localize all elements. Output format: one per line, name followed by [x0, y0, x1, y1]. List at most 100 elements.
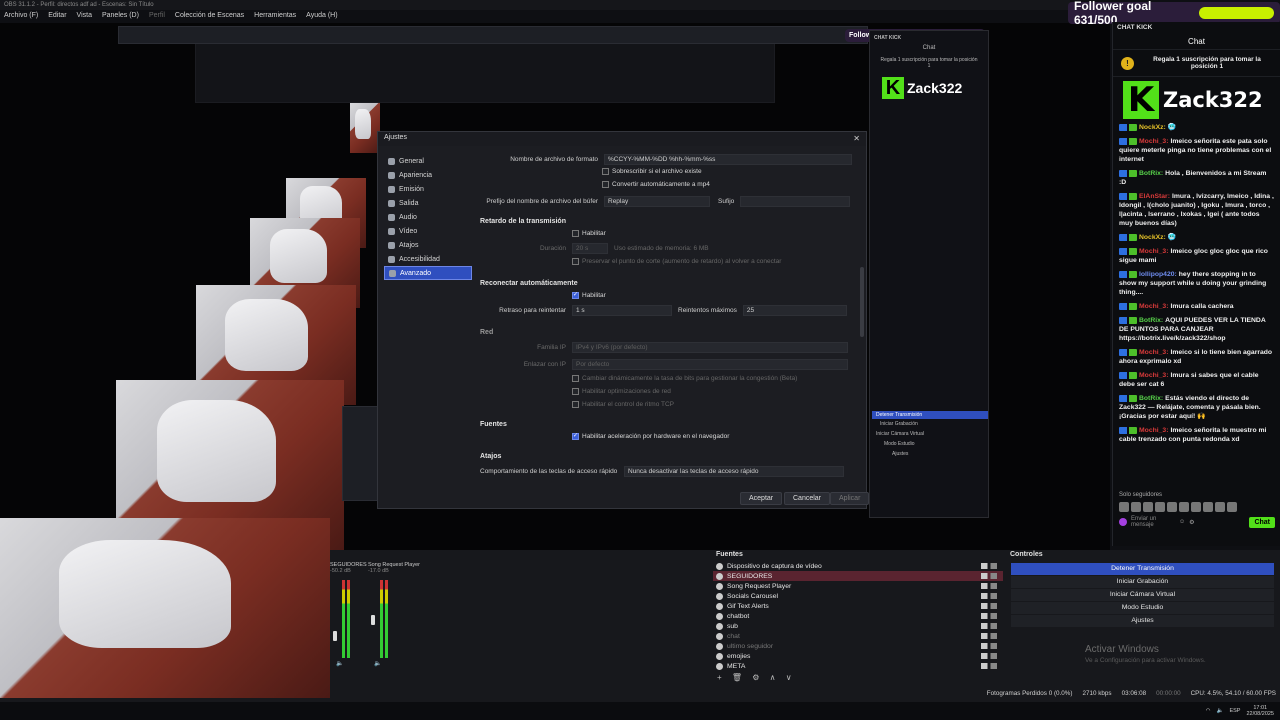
- settings-nav-salida[interactable]: Salida: [384, 196, 472, 210]
- menu-item[interactable]: Paneles (D): [102, 12, 139, 21]
- source-item[interactable]: ultimo seguidor: [713, 641, 1003, 651]
- dynamic-bitrate-checkbox[interactable]: [572, 375, 579, 382]
- visibility-lock-icon[interactable]: [981, 613, 997, 619]
- overwrite-checkbox-row[interactable]: Sobrescribir si el archivo existe: [602, 168, 702, 175]
- visibility-lock-icon[interactable]: [981, 583, 997, 589]
- emote-icon[interactable]: [1215, 502, 1225, 512]
- sources-toolbar[interactable]: + 🗑 ⚙ ∧ ∨: [713, 673, 1003, 682]
- cancel-button[interactable]: Cancelar: [784, 492, 831, 505]
- emote-icon[interactable]: [1131, 502, 1141, 512]
- chat-input[interactable]: Enviar un mensaje: [1131, 516, 1175, 528]
- delay-enable-checkbox[interactable]: [572, 230, 579, 237]
- visibility-lock-icon[interactable]: [981, 633, 997, 639]
- tcp-pacing-checkbox[interactable]: [572, 401, 579, 408]
- format-name-field[interactable]: %CCYY-%MM-%DD %hh-%mm-%ss: [604, 154, 852, 165]
- chat-username[interactable]: BotRix:: [1139, 170, 1163, 177]
- volume-slider[interactable]: [333, 630, 337, 641]
- chat-username[interactable]: Mochi_3:: [1139, 138, 1168, 145]
- menu-item[interactable]: Colección de Escenas: [175, 12, 244, 21]
- menu-item[interactable]: Archivo (F): [4, 12, 38, 21]
- emote-icon[interactable]: [1155, 502, 1165, 512]
- reconnect-enable-row[interactable]: ✓ Habilitar: [572, 292, 606, 299]
- chat-send-button[interactable]: Chat: [1249, 516, 1275, 528]
- duration-field[interactable]: 20 s: [572, 243, 608, 254]
- visibility-lock-icon[interactable]: [981, 643, 997, 649]
- source-item[interactable]: chat: [713, 631, 1003, 641]
- settings-nav-audio[interactable]: Audio: [384, 210, 472, 224]
- chat-username[interactable]: NockXz:: [1139, 234, 1166, 241]
- hw-accel-checkbox[interactable]: ✓: [572, 433, 579, 440]
- control-button[interactable]: Iniciar Grabación: [1011, 576, 1274, 588]
- emoji-icon[interactable]: ☺: [1179, 519, 1185, 525]
- emote-icon[interactable]: [1191, 502, 1201, 512]
- source-item[interactable]: SEGUIDORES: [713, 571, 1003, 581]
- settings-nav-general[interactable]: General: [384, 154, 472, 168]
- chat-username[interactable]: lollipop420:: [1139, 271, 1177, 278]
- chat-username[interactable]: Mochi_3:: [1139, 303, 1168, 310]
- emote-icon[interactable]: [1119, 502, 1129, 512]
- emote-icon[interactable]: [1143, 502, 1153, 512]
- menu-item[interactable]: Editar: [48, 12, 66, 21]
- ip-family-select[interactable]: IPv4 y IPv6 (por defecto): [572, 342, 848, 353]
- close-icon[interactable]: ✕: [853, 134, 860, 144]
- settings-nav-apariencia[interactable]: Apariencia: [384, 168, 472, 182]
- taskbar-clock[interactable]: 17:01 22/08/2025: [1246, 705, 1274, 717]
- emote-icon[interactable]: [1227, 502, 1237, 512]
- emote-icon[interactable]: [1203, 502, 1213, 512]
- menu-item[interactable]: Perfil: [149, 12, 165, 21]
- control-button[interactable]: Iniciar Cámara Virtual: [1011, 589, 1274, 601]
- visibility-lock-icon[interactable]: [981, 623, 997, 629]
- visibility-lock-icon[interactable]: [981, 603, 997, 609]
- tcp-pacing-row[interactable]: Habilitar el control de ritmo TCP: [572, 401, 674, 408]
- source-item[interactable]: Song Request Player: [713, 581, 1003, 591]
- source-item[interactable]: Dispositivo de captura de vídeo: [713, 561, 1003, 571]
- settings-nav-atajos[interactable]: Atajos: [384, 238, 472, 252]
- buffer-prefix-field[interactable]: Replay: [604, 196, 710, 207]
- settings-scrollbar[interactable]: [860, 267, 864, 337]
- control-button[interactable]: Detener Transmisión: [1011, 563, 1274, 575]
- emote-icon[interactable]: [1179, 502, 1189, 512]
- network-opt-row[interactable]: Habilitar optimizaciones de red: [572, 388, 671, 395]
- delay-enable-row[interactable]: Habilitar: [572, 230, 606, 237]
- source-item[interactable]: Gif Text Alerts: [713, 601, 1003, 611]
- chat-username[interactable]: BotRix:: [1139, 395, 1163, 402]
- visibility-lock-icon[interactable]: [981, 663, 997, 669]
- menu-item[interactable]: Ayuda (H): [306, 12, 337, 21]
- emote-icon[interactable]: [1167, 502, 1177, 512]
- visibility-lock-icon[interactable]: [981, 653, 997, 659]
- language-indicator[interactable]: ESP: [1229, 708, 1240, 714]
- source-item[interactable]: Socials Carousel: [713, 591, 1003, 601]
- control-button[interactable]: Ajustes: [1011, 615, 1274, 627]
- apply-button[interactable]: Aplicar: [830, 492, 870, 505]
- max-retries-field[interactable]: 25: [742, 305, 847, 316]
- overwrite-checkbox[interactable]: [602, 168, 609, 175]
- chat-username[interactable]: Mochi_3:: [1139, 372, 1168, 379]
- suffix-field[interactable]: [740, 196, 851, 207]
- menu-item[interactable]: Vista: [77, 12, 92, 21]
- chat-username[interactable]: NockXz:: [1139, 124, 1166, 131]
- remux-checkbox-row[interactable]: Convertir automáticamente a mp4: [602, 181, 710, 188]
- hw-accel-row[interactable]: ✓ Habilitar aceleración por hardware en …: [572, 433, 729, 440]
- remux-checkbox[interactable]: [602, 181, 609, 188]
- settings-gear-icon[interactable]: ⚙: [1189, 519, 1194, 526]
- volume-slider[interactable]: [371, 615, 375, 626]
- speaker-icon[interactable]: 🔈: [374, 660, 381, 667]
- chat-username[interactable]: Mochi_3:: [1139, 427, 1168, 434]
- chat-username[interactable]: Mochi_3:: [1139, 349, 1168, 356]
- dynamic-bitrate-row[interactable]: Cambiar dinámicamente la tasa de bits pa…: [572, 375, 797, 382]
- hotkey-behavior-select[interactable]: Nunca desactivar las teclas de acceso rá…: [624, 466, 844, 477]
- preserve-cutoff-checkbox[interactable]: [572, 258, 579, 265]
- settings-nav-avanzado[interactable]: Avanzado: [384, 266, 472, 280]
- control-button[interactable]: Modo Estudio: [1011, 602, 1274, 614]
- chat-username[interactable]: Mochi_3:: [1139, 248, 1168, 255]
- speaker-icon[interactable]: 🔈: [336, 660, 343, 667]
- settings-nav-vídeo[interactable]: Vídeo: [384, 224, 472, 238]
- preserve-cutoff-row[interactable]: Preservar el punto de corte (aumento de …: [572, 258, 781, 265]
- chat-username[interactable]: BotRix:: [1139, 317, 1163, 324]
- settings-nav-accesibilidad[interactable]: Accesibilidad: [384, 252, 472, 266]
- source-item[interactable]: META: [713, 661, 1003, 671]
- visibility-lock-icon[interactable]: [981, 593, 997, 599]
- chat-username[interactable]: ElAnStar:: [1139, 193, 1170, 200]
- bind-ip-select[interactable]: Por defecto: [572, 359, 848, 370]
- source-item[interactable]: chatbot: [713, 611, 1003, 621]
